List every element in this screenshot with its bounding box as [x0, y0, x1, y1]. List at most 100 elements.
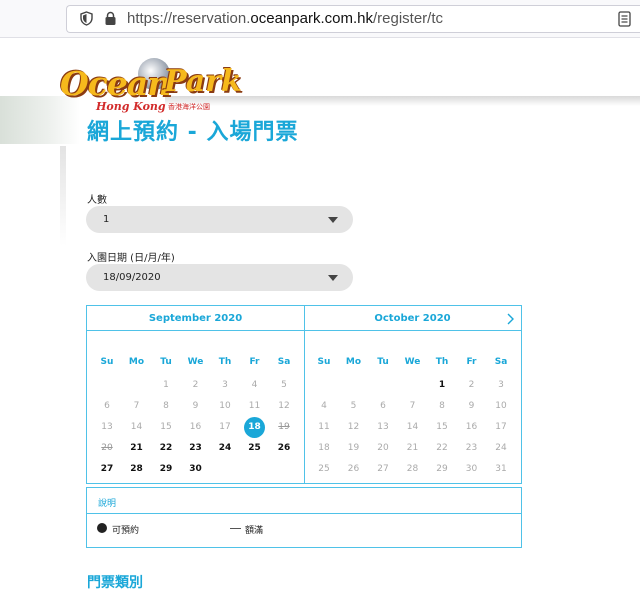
calendar-day: 20 [101, 443, 113, 453]
logo-hong-kong: Hong Kong [96, 100, 166, 113]
reader-view-icon[interactable] [618, 11, 631, 27]
calendar-day: 10 [495, 401, 507, 411]
weekday-header: Tu [377, 357, 389, 367]
calendar-day[interactable]: 25 [243, 443, 267, 453]
calendar-day[interactable]: 22 [154, 443, 178, 453]
month-title-october: October 2020 [374, 313, 451, 324]
weekday-header: Mo [345, 357, 362, 367]
url-text[interactable]: https://reservation.oceanpark.com.hk/reg… [127, 10, 443, 27]
people-label: 人數 [87, 195, 107, 206]
legend-panel: 說明 可預約 額滿 [86, 487, 522, 548]
page-title: 網上預約 - 入場門票 [87, 120, 299, 145]
calendar-day: 17 [219, 422, 231, 432]
calendar-day: 28 [406, 464, 419, 474]
calendar-divider [304, 306, 305, 483]
calendar-day: 6 [104, 401, 110, 411]
calendar-day[interactable]: 1 [430, 380, 454, 390]
calendar-day: 7 [133, 401, 140, 411]
calendar-day: 15 [160, 422, 172, 432]
calendar-day: 15 [436, 422, 448, 432]
visit-date-value: 18/09/2020 [103, 272, 161, 283]
weekday-header: We [404, 357, 421, 367]
calendar-day[interactable]: 29 [154, 464, 178, 474]
calendar-day: 5 [350, 401, 357, 411]
visit-date-label: 入園日期 (日/月/年) [87, 253, 175, 264]
weekday-header: Su [317, 357, 331, 367]
weekday-header: Sa [277, 357, 291, 367]
weekday-header: Mo [128, 357, 145, 367]
decorative-accent [60, 146, 66, 246]
calendar-day: 14 [406, 422, 419, 432]
calendar-day: 31 [495, 464, 507, 474]
calendar-day: 12 [278, 401, 290, 411]
calendar-day: 27 [377, 464, 389, 474]
calendar-day[interactable]: 26 [272, 443, 296, 453]
weekday-header: Fr [249, 357, 260, 367]
full-dash-icon [230, 528, 241, 529]
logo-chinese-name: 香港海洋公園 [168, 103, 210, 111]
calendar-day: 8 [439, 401, 445, 411]
calendar-day: 23 [465, 443, 478, 453]
calendar-day[interactable]: 30 [184, 464, 208, 474]
calendar-day: 16 [465, 422, 478, 432]
calendar-day: 21 [406, 443, 419, 453]
people-select-value: 1 [103, 214, 110, 225]
calendar-day: 10 [219, 401, 231, 411]
people-select[interactable]: 1 [86, 206, 353, 233]
date-picker-calendar: September 2020 October 2020 Su Mo Tu We Th Fr… [86, 305, 522, 484]
calendar-day: 8 [163, 401, 169, 411]
calendar-day[interactable]: 23 [184, 443, 208, 453]
caret-down-icon [328, 217, 338, 223]
weekday-header: Tu [160, 357, 172, 367]
next-month-arrow-icon[interactable] [505, 313, 515, 325]
tracking-shield-icon[interactable] [80, 11, 93, 26]
calendar-day: 7 [409, 401, 416, 411]
calendar-day[interactable]: 27 [95, 464, 119, 474]
calendar-day: 13 [101, 422, 113, 432]
caret-down-icon [328, 275, 338, 281]
calendar-day: 4 [251, 380, 258, 390]
calendar-day[interactable]: 24 [213, 443, 237, 453]
calendar-day: 14 [130, 422, 143, 432]
calendar-day: 2 [192, 380, 199, 390]
calendar-day: 3 [498, 380, 504, 390]
weekday-header: Th [218, 357, 232, 367]
legend-divider [87, 513, 521, 514]
weekday-header: Th [435, 357, 449, 367]
month-title-september: September 2020 [148, 313, 243, 324]
calendar-day: 19 [278, 422, 290, 432]
calendar-day: 30 [465, 464, 478, 474]
weekday-header: We [187, 357, 204, 367]
logo-word-park: Park [164, 64, 242, 99]
calendar-day: 11 [248, 401, 261, 411]
logo-word-ocean: Ocean [60, 64, 171, 103]
calendar-day: 19 [347, 443, 360, 453]
calendar-day: 9 [192, 401, 199, 411]
calendar-day: 5 [281, 380, 287, 390]
calendar-day: 26 [347, 464, 360, 474]
weekday-header: Sa [494, 357, 508, 367]
calendar-day: 3 [222, 380, 228, 390]
calendar-day[interactable]: 21 [125, 443, 149, 453]
calendar-day: 11 [318, 422, 330, 432]
legend-available-label: 可預約 [112, 526, 140, 536]
ocean-park-logo[interactable]: Ocean Park Hong Kong 香港海洋公園 [60, 56, 242, 122]
calendar-day: 1 [163, 380, 169, 390]
visit-date-select[interactable]: 18/09/2020 [86, 264, 353, 291]
calendar-day[interactable]: 28 [125, 464, 149, 474]
calendar-day: 16 [189, 422, 202, 432]
calendar-day: 20 [377, 443, 389, 453]
calendar-day: 2 [468, 380, 475, 390]
calendar-day-selected[interactable]: 18 [243, 422, 267, 432]
calendar-day: 9 [468, 401, 475, 411]
calendar-day: 6 [380, 401, 386, 411]
legend-title: 說明 [98, 499, 117, 509]
weekday-header: Su [100, 357, 114, 367]
calendar-day: 22 [436, 443, 448, 453]
calendar-day: 13 [377, 422, 389, 432]
calendar-day: 24 [495, 443, 507, 453]
available-dot-icon [97, 523, 107, 533]
lock-icon[interactable] [104, 11, 117, 26]
calendar-day: 17 [495, 422, 507, 432]
calendar-day: 18 [318, 443, 330, 453]
